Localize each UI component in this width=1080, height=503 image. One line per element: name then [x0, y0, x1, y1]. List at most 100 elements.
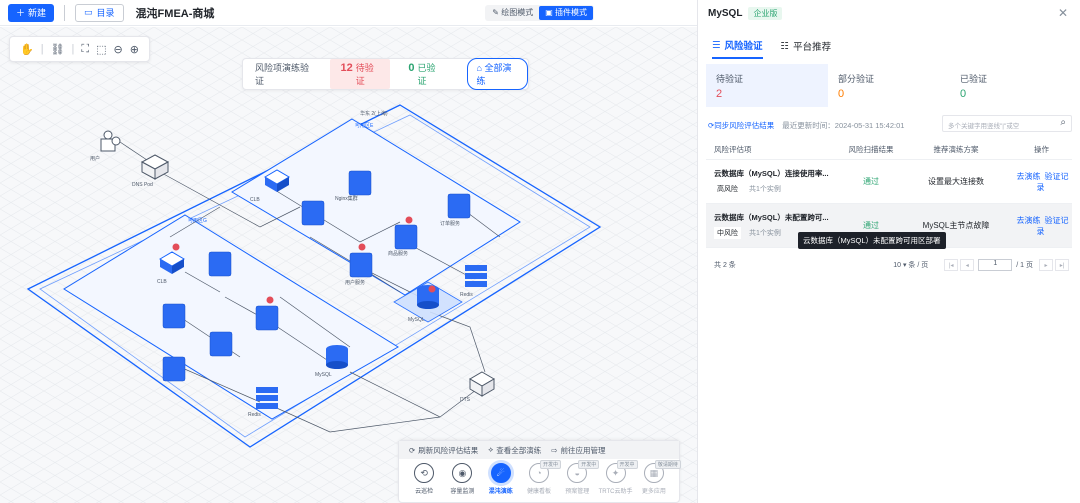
verification-summary: 风险项演练验证 12 待验证 0 已验证 ⌂ 全部演练 [242, 58, 529, 90]
dock-item-more[interactable]: 敬请期待 ▦ 更多应用 [637, 460, 681, 495]
dts-label: DTS [460, 397, 470, 403]
server-node [255, 305, 279, 331]
dns-node [140, 154, 170, 180]
az-g-label: 可用区G [188, 218, 207, 224]
hand-icon[interactable]: ✋ [20, 43, 34, 56]
tooltip: 云数据库（MySQL）未配置跨可用区部署 [798, 232, 946, 249]
dock-item-capacity[interactable]: ◉ 容量监测 [445, 463, 479, 495]
tab-risk-verify[interactable]: ☰ 风险验证 [712, 38, 763, 59]
chaos-icon: ☄ [490, 463, 511, 483]
redis-g-label: Redis [248, 412, 261, 418]
verify-record-link[interactable]: 验证记录 [1037, 172, 1069, 192]
mysql-node-g [326, 345, 348, 369]
clb-node-g [159, 251, 185, 274]
plus-icon: ＋ [16, 8, 26, 18]
divider [64, 4, 66, 21]
clb-e-label: CLB [250, 197, 260, 203]
new-button[interactable]: ＋新建 [8, 3, 55, 22]
page-input[interactable]: 1 [978, 259, 1013, 271]
diagram-nodes [100, 130, 495, 409]
dock-item-trtc[interactable]: 开发中 ✦ TRTC云助手 [599, 460, 638, 495]
server-node [349, 252, 373, 278]
fullscreen-icon[interactable]: ⬚ [96, 43, 106, 56]
user-svc-label: 用户服务 [345, 280, 366, 286]
fit-screen-icon[interactable]: ⛶ [81, 43, 89, 56]
panel-header: MySQL 企业版 [698, 0, 1080, 26]
app-dock: ⟳ 刷新风险评估结果 ⟡ 查看全部演练 ⇨ 前往应用管理 ⟲ 云巡检 ◉ 容量监测 … [398, 440, 681, 503]
sync-link[interactable]: ⟳同步风险评估结果 [708, 120, 774, 131]
tab-platform-recommend[interactable]: ☷ 平台推荐 [781, 38, 832, 59]
canvas-toolbar: ✋ | ⛓ | ⛶ ⬚ ⊖ ⊕ [9, 36, 150, 62]
prev-page-button[interactable]: ◂ [960, 259, 975, 271]
plugin-mode-button[interactable]: ▣ 插件模式 [539, 6, 593, 20]
verify-record-link[interactable]: 验证记录 [1037, 216, 1069, 236]
refresh-link[interactable]: ⟳ 刷新风险评估结果 [409, 445, 478, 456]
panel-tabs: ☰ 风险验证 ☷ 平台推荐 [712, 38, 831, 59]
sync-row: ⟳同步风险评估结果 最近更新时间：2024-05-31 15:42:01 多个关… [708, 115, 1072, 133]
server-node [447, 193, 471, 219]
product-label: 商品服务 [388, 251, 409, 257]
table-header: 风险评估项 风险扫描结果 推荐演练方案 操作 [706, 140, 1072, 160]
mysql-node-e [417, 285, 439, 309]
table-row[interactable]: 云数据库（MySQL）连接使用率... 高风险 共1个实例 通过 设置最大连接数 去… [706, 160, 1072, 204]
top-bar: ＋新建 ▭ 目录 混沌FMEA-商城 ✎ 绘图模式 ▣ 插件模式 [0, 0, 697, 26]
view-all-link[interactable]: ⟡ 查看全部演练 [488, 445, 541, 456]
layers-icon: ☰ [712, 39, 721, 51]
directory-button[interactable]: ▭ 目录 [75, 3, 124, 22]
zoom-out-icon[interactable]: ⊖ [114, 43, 123, 56]
go-drill-link[interactable]: 去演练 [1017, 216, 1041, 225]
inspection-icon: ⟲ [414, 463, 435, 483]
redis-node-g [256, 387, 278, 409]
app-manage-link[interactable]: ⇨ 前往应用管理 [551, 445, 605, 456]
redis-e-label: Redis [460, 292, 473, 298]
stat-pending[interactable]: 待验证 2 [706, 64, 828, 107]
az-e-label: 可用区E [355, 123, 374, 129]
draw-mode-button[interactable]: ✎ 绘图模式 [486, 6, 539, 20]
stat-verified[interactable]: 已验证 0 [950, 64, 1072, 107]
server-node [162, 356, 186, 382]
status-stats: 待验证 2 部分验证 0 已验证 0 [706, 64, 1072, 107]
mysql-g-label: MySQL [315, 372, 332, 378]
dock-item-inspection[interactable]: ⟲ 云巡检 [407, 463, 441, 495]
server-node [209, 331, 233, 357]
search-input[interactable]: 多个关键字用竖线"|"或空 ⌕ [942, 115, 1072, 132]
server-node [162, 303, 186, 329]
pagination: 共 2 条 10 ▾ 条 / 页 |◂ ◂ 1 / 1 页 ▸ ▸| [714, 258, 1069, 272]
detail-panel: MySQL 企业版 ✕ ☰ 风险验证 ☷ 平台推荐 待验证 2 部分验证 0 已验证 0 … [698, 0, 1080, 503]
clb-g-label: CLB [157, 279, 167, 285]
redis-node-e [465, 265, 487, 287]
last-update: 最近更新时间：2024-05-31 15:42:01 [782, 120, 905, 130]
run-all-button[interactable]: ⌂ 全部演练 [466, 58, 529, 90]
edition-badge: 企业版 [748, 6, 783, 20]
verified-count: 0 已验证 [408, 62, 436, 86]
risk-level-badge: 高风险 [714, 183, 741, 195]
dts-node [469, 371, 495, 397]
next-page-button[interactable]: ▸ [1039, 259, 1053, 271]
search-icon[interactable]: ⌕ [1060, 117, 1066, 128]
stat-partial[interactable]: 部分验证 0 [828, 64, 950, 107]
zoom-in-icon[interactable]: ⊕ [130, 43, 139, 56]
dock-item-plan[interactable]: 开发中 ◒ 预案管理 [560, 460, 600, 495]
dock-item-health[interactable]: 开发中 ◔ 健康看板 [522, 460, 561, 495]
dock-item-chaos[interactable]: ☄ 混沌演练 [484, 463, 518, 495]
link-icon[interactable]: ⛓ [51, 43, 65, 56]
list-icon: ☷ [780, 40, 790, 52]
region-label: 华东 2(上海) [360, 111, 388, 117]
go-drill-link[interactable]: 去演练 [1017, 172, 1041, 181]
risk-level-badge: 中风险 [714, 227, 741, 239]
folder-icon: ▭ [84, 7, 93, 17]
dns-label: DNS Pod [132, 182, 153, 188]
page-size-select[interactable]: 10 ▾ 条 / 页 [893, 260, 928, 270]
last-page-button[interactable]: ▸| [1055, 259, 1069, 271]
page-title: 混沌FMEA-商城 [135, 7, 215, 20]
order-label: 订单服务 [440, 221, 461, 227]
server-node [208, 251, 232, 277]
panel-title: MySQL [708, 7, 743, 19]
clb-node-e [264, 169, 290, 192]
architecture-canvas[interactable]: 华东 2(上海) 可用区E 可用区G 用户 DNS Pod CLB CLB Ng… [0, 27, 697, 503]
close-icon[interactable]: ✕ [1058, 6, 1068, 20]
pending-count: 12 待验证 [330, 59, 391, 89]
capacity-icon: ◉ [452, 463, 473, 483]
mode-switch: ✎ 绘图模式 ▣ 插件模式 [485, 5, 594, 21]
first-page-button[interactable]: |◂ [944, 259, 959, 271]
